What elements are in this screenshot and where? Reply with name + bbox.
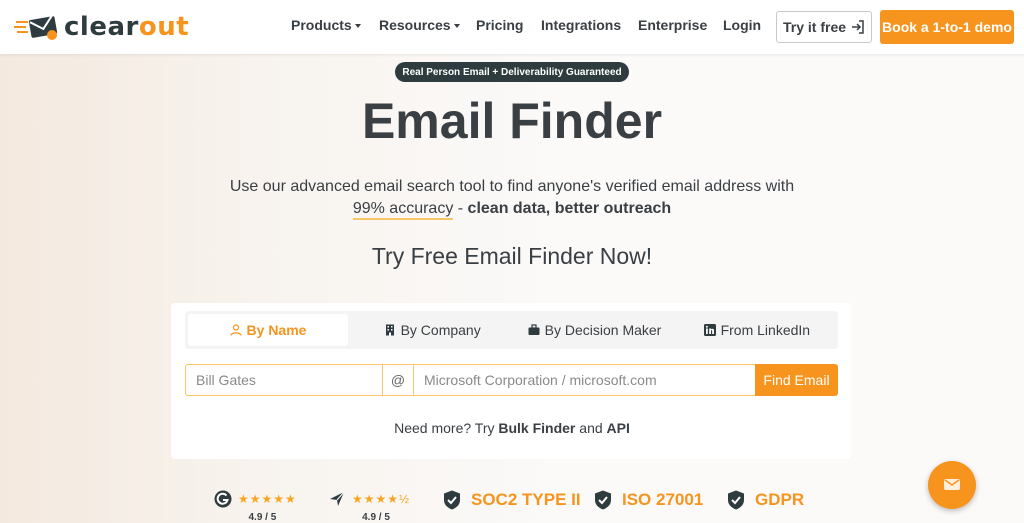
- try-it-free-button[interactable]: Try it free: [776, 11, 872, 43]
- nav-integrations[interactable]: Integrations: [541, 17, 621, 33]
- cert-label: GDPR: [755, 490, 805, 509]
- need-more-prefix: Need more? Try: [394, 420, 499, 436]
- shield-check-icon: [728, 490, 744, 510]
- finder-form: @ Find Email: [185, 364, 838, 396]
- cert-label: SOC2 TYPE II: [471, 490, 581, 509]
- subtitle-line-2: 99% accuracy - clean data, better outrea…: [0, 198, 1024, 220]
- finder-tabs: By Name By Company By Decision Maker Fro…: [185, 311, 838, 349]
- name-input[interactable]: [185, 364, 382, 396]
- chevron-down-icon: [453, 24, 460, 29]
- bulk-finder-link[interactable]: Bulk Finder: [498, 420, 575, 436]
- soc2-badge: SOC2 TYPE II: [443, 490, 581, 510]
- tab-by-decision-maker[interactable]: By Decision Maker: [513, 311, 675, 349]
- shield-check-icon: [444, 490, 460, 510]
- and-text: and: [575, 420, 607, 436]
- need-more-text: Need more? Try Bulk Finder and API: [0, 420, 1024, 436]
- rating-value: 4.9 / 5: [248, 512, 277, 523]
- nav-login[interactable]: Login: [723, 17, 761, 33]
- clearout-logo[interactable]: clearout: [14, 10, 189, 44]
- tab-by-company[interactable]: By Company: [351, 311, 513, 349]
- tab-from-linkedin[interactable]: From LinkedIn: [676, 311, 838, 349]
- company-input[interactable]: [414, 364, 755, 396]
- linkedin-icon: [703, 324, 716, 336]
- subtitle-bold: clean data, better outreach: [467, 200, 672, 217]
- api-link[interactable]: API: [607, 420, 630, 436]
- subtitle-line-1: Use our advanced email search tool to fi…: [229, 178, 795, 195]
- nav-pricing[interactable]: Pricing: [476, 17, 523, 33]
- nav-products[interactable]: Products: [291, 17, 361, 33]
- trust-badges: ★★★★★ 4.9 / 5 ★★★★½ 4.9 / 5 SOC2 TYPE II…: [0, 490, 1024, 523]
- accuracy-highlight: 99% accuracy: [352, 200, 454, 220]
- logo-icon: [14, 13, 58, 40]
- briefcase-icon: [528, 324, 540, 335]
- top-nav: clearout Products Resources Pricing Inte…: [0, 0, 1024, 54]
- building-icon: [385, 324, 394, 336]
- g2-rating: ★★★★★ 4.9 / 5: [214, 490, 297, 523]
- chat-widget-button[interactable]: [928, 461, 976, 509]
- try-it-free-label: Try it free: [782, 19, 847, 35]
- tab-by-name[interactable]: By Name: [188, 314, 348, 346]
- guarantee-badge: Real Person Email + Deliverability Guara…: [395, 62, 629, 82]
- nav-resources[interactable]: Resources: [379, 17, 460, 33]
- capterra-rating: ★★★★½ 4.9 / 5: [328, 490, 410, 523]
- chevron-down-icon: [354, 24, 361, 29]
- iso-badge: ISO 27001: [594, 490, 703, 510]
- tab-label: From LinkedIn: [720, 322, 811, 338]
- subtitle-dash: -: [453, 200, 468, 217]
- chat-icon: [944, 479, 960, 490]
- sign-in-icon: [852, 20, 864, 34]
- nav-enterprise[interactable]: Enterprise: [638, 17, 707, 33]
- shield-check-icon: [595, 490, 611, 510]
- tab-label: By Company: [400, 322, 481, 338]
- find-email-button[interactable]: Find Email: [755, 364, 838, 396]
- logo-text: clearout: [64, 12, 190, 42]
- rating-value: 4.9 / 5: [362, 512, 390, 523]
- at-separator: @: [382, 364, 414, 396]
- capterra-icon: [330, 491, 345, 506]
- tab-label: By Name: [246, 322, 307, 338]
- cta-heading: Try Free Email Finder Now!: [371, 243, 653, 269]
- star-rating: ★★★★★: [238, 492, 297, 506]
- hero-subtitle: Use our advanced email search tool to fi…: [0, 176, 1024, 220]
- book-demo-button[interactable]: Book a 1-to-1 demo: [880, 10, 1014, 44]
- g2-icon: [214, 490, 232, 508]
- cert-label: ISO 27001: [622, 490, 704, 509]
- user-icon: [229, 324, 242, 336]
- star-rating: ★★★★½: [352, 492, 411, 506]
- gdpr-badge: GDPR: [727, 490, 804, 510]
- tab-label: By Decision Maker: [544, 322, 662, 338]
- page-title: Email Finder: [361, 93, 663, 149]
